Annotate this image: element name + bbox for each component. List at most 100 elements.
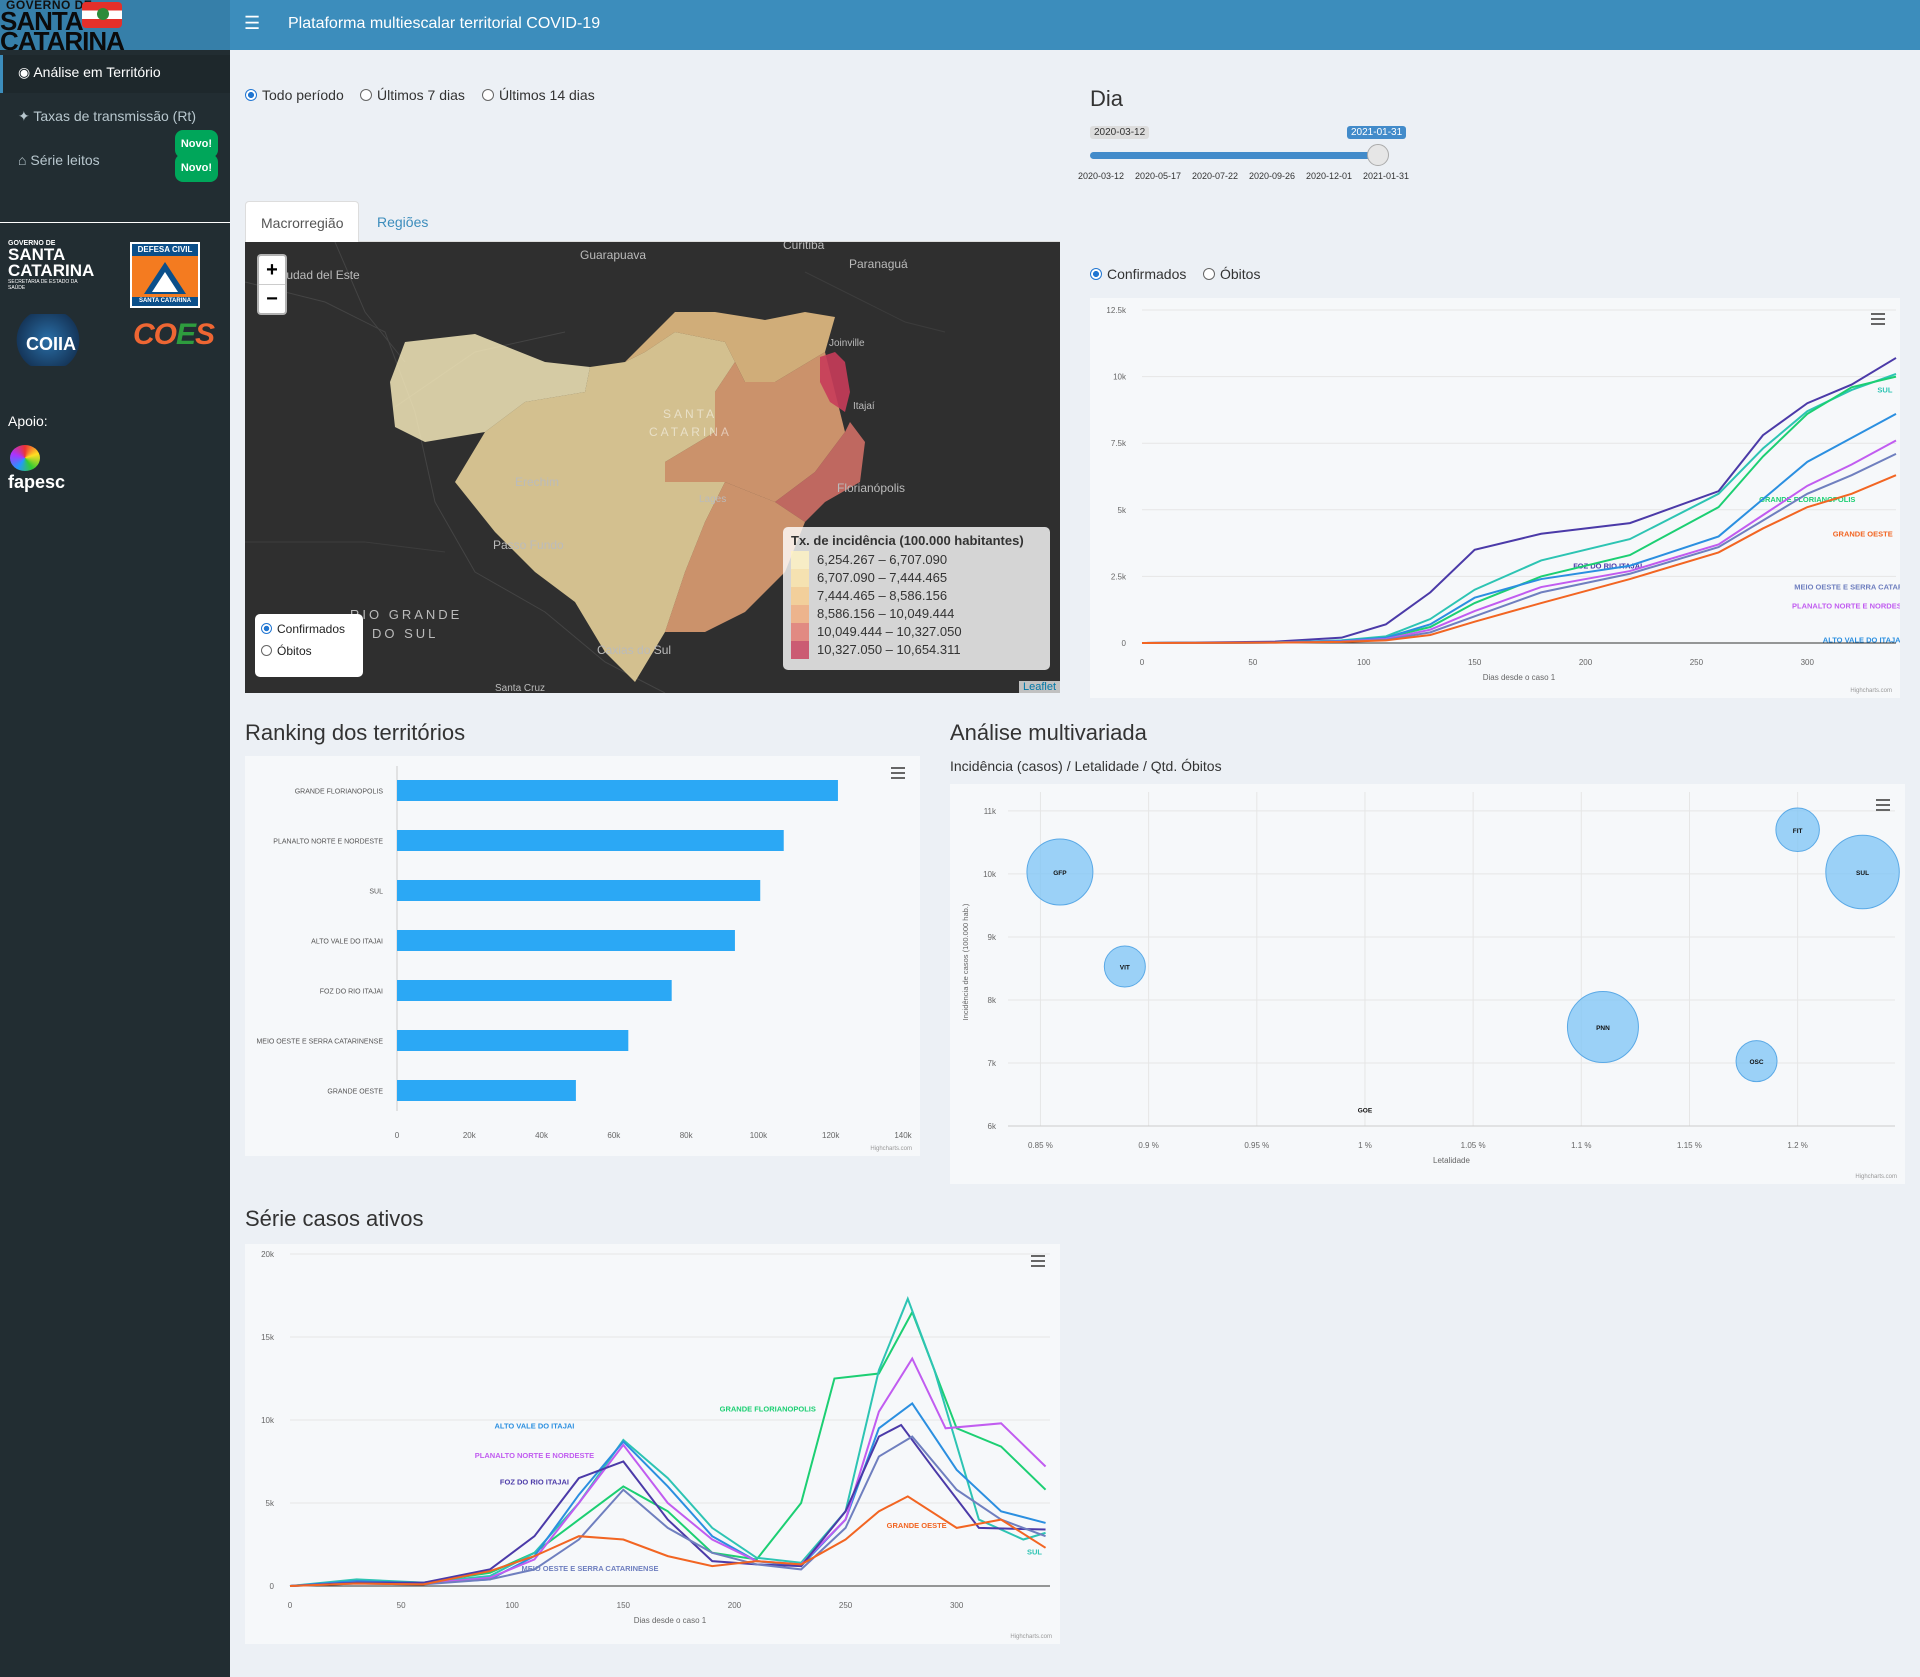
- legend-label: 10,049.444 – 10,327.050: [817, 624, 962, 639]
- cumulative-chart-panel: 0 2.5k 5k 7.5k 10k 12.5k 0 50 100 150 200 250 300 Dia…: [1090, 298, 1920, 698]
- map-state-label: RIO GRANDE: [350, 607, 463, 622]
- highcharts-credits[interactable]: Highcharts.com: [1850, 688, 1892, 694]
- legend-item: 6,707.090 – 7,444.465: [791, 569, 1042, 587]
- sidebar-item-rt[interactable]: ✦ Taxas de transmissão (Rt) Novo!: [0, 104, 230, 158]
- y-axis-title: Incidência de casos (100.000 hab.): [961, 903, 970, 1020]
- slider-handle[interactable]: [1367, 144, 1389, 166]
- leaflet-attribution[interactable]: Leaflet: [1018, 681, 1060, 693]
- slider-tick-label: 2020-12-01: [1306, 171, 1353, 181]
- y-tick-label: 10k: [261, 1416, 275, 1425]
- map-obitos-radio[interactable]: Óbitos: [261, 644, 357, 658]
- legend-swatch: [791, 587, 809, 605]
- cases-obitos-radio[interactable]: Óbitos: [1203, 266, 1260, 282]
- chart-menu-icon[interactable]: [1871, 794, 1895, 816]
- y-tick-label: 20k: [261, 1250, 275, 1259]
- map-obitos-label: Óbitos: [277, 644, 312, 658]
- x-axis-title: Letalidade: [1433, 1156, 1470, 1165]
- map-city-label: Lages: [699, 494, 727, 505]
- map-marker-icon: ◉: [18, 64, 31, 80]
- x-tick-label: 100: [506, 1601, 520, 1610]
- zoom-in-button[interactable]: +: [259, 256, 285, 285]
- multivariate-title: Análise multivariada: [950, 720, 1147, 745]
- hamburger-menu-icon[interactable]: ☰: [244, 13, 260, 34]
- x-tick-label: 150: [617, 1601, 631, 1610]
- x-tick-label: 250: [1690, 658, 1704, 667]
- topbar: ☰ Plataforma multiescalar territorial CO…: [230, 0, 1920, 50]
- x-tick-label: 140k: [894, 1131, 912, 1140]
- bubble-label: FIT: [1793, 828, 1803, 835]
- map-confirmados-radio[interactable]: Confirmados: [261, 622, 357, 636]
- highcharts-credits[interactable]: Highcharts.com: [1010, 1634, 1052, 1640]
- series-line: [289, 1401, 1046, 1587]
- y-tick-label: 15k: [261, 1333, 275, 1342]
- defesa-civil-logo: DEFESA CIVIL SANTA CATARINA: [130, 242, 200, 308]
- chart-menu-icon[interactable]: [1026, 1250, 1050, 1272]
- tab-macrorregiao[interactable]: Macrorregião: [245, 201, 360, 243]
- x-tick-label: 80k: [680, 1131, 694, 1140]
- series-line: [289, 1309, 1047, 1587]
- period-7d-radio[interactable]: Últimos 7 dias: [360, 87, 465, 103]
- series-label: PLANALTO NORTE E NORDESTE: [1792, 601, 1900, 610]
- map-state-label: DO SUL: [372, 626, 439, 641]
- choropleth-map[interactable]: Guarapuava Ciudad del Este Curitiba Para…: [245, 242, 1060, 693]
- sidebar-item-leitos[interactable]: ⌂ Série leitos Novo!: [0, 148, 230, 186]
- x-tick-label: 1.05 %: [1461, 1141, 1486, 1150]
- y-tick-label: 8k: [988, 996, 997, 1005]
- series-line: [289, 1495, 1047, 1587]
- sidebar-item-analise[interactable]: ◉ Análise em Território: [0, 55, 230, 93]
- cases-confirmados-radio[interactable]: Confirmados: [1090, 266, 1186, 282]
- x-tick-label: 40k: [535, 1131, 549, 1140]
- logo-line3: CATARINA: [0, 26, 125, 50]
- bubble-chart: 6k 7k 8k 9k 10k 11k 0.85 % 0.9 % 0.95 % 1 % 1.05 %…: [961, 792, 1900, 1165]
- legend-label: 7,444.465 – 8,586.156: [817, 588, 948, 603]
- period-all-radio[interactable]: Todo período: [245, 87, 344, 103]
- region-tabs: Macrorregião Regiões: [245, 201, 1060, 243]
- x-tick-label: 0.85 %: [1028, 1141, 1053, 1150]
- chart-menu-icon[interactable]: [1866, 308, 1890, 330]
- series-label: MEIO OESTE E SERRA CATARINENSE: [522, 1564, 659, 1573]
- ranking-bar: [397, 980, 672, 1001]
- radio-checked-icon: [261, 623, 272, 634]
- sidebar: GOVERNO DE SANTA CATARINA ◉ Análise em T…: [0, 0, 230, 1677]
- category-label: PLANALTO NORTE E NORDESTE: [273, 839, 383, 846]
- ranking-bar: [397, 1030, 629, 1051]
- series-line: [289, 1296, 1046, 1587]
- period-14d-radio[interactable]: Últimos 14 dias: [482, 87, 595, 103]
- coes-logo-co: CO: [133, 318, 177, 351]
- chart-menu-icon[interactable]: [886, 762, 910, 784]
- map-city-label: Curitiba: [783, 242, 825, 252]
- map-city-label: Joinville: [829, 338, 865, 349]
- coiia-logo-text: COIIA: [26, 334, 77, 354]
- series-label: ALTO VALE DO ITAJAI: [1823, 636, 1900, 645]
- coes-logo: COES: [133, 318, 215, 352]
- category-label: MEIO OESTE E SERRA CATARINENSE: [256, 1039, 383, 1046]
- x-tick-label: 60k: [607, 1131, 621, 1140]
- y-tick-label: 10k: [983, 870, 997, 879]
- x-tick-label: 0: [395, 1131, 400, 1140]
- bubble-label: VIT: [1120, 965, 1130, 972]
- x-tick-label: 300: [950, 1601, 964, 1610]
- zoom-out-button[interactable]: −: [259, 285, 285, 314]
- x-tick-label: 0: [1140, 658, 1145, 667]
- bubble-label: OSC: [1749, 1059, 1763, 1066]
- map-city-label: Florianópolis: [837, 481, 906, 495]
- highcharts-credits[interactable]: Highcharts.com: [870, 1146, 912, 1152]
- map-zoom-control: + −: [257, 254, 287, 315]
- highcharts-credits[interactable]: Highcharts.com: [1855, 1174, 1897, 1180]
- cumulative-chart: 0 2.5k 5k 7.5k 10k 12.5k 0 50 100 150 200 250 300 Dia…: [1106, 306, 1920, 682]
- x-tick-label: 20k: [463, 1131, 477, 1140]
- day-title: Dia: [1090, 86, 1124, 111]
- series-label: SUL: [1027, 1547, 1042, 1556]
- map-city-label: Santa Cruz: [495, 683, 546, 693]
- app-logo[interactable]: GOVERNO DE SANTA CATARINA: [0, 0, 230, 50]
- tab-regioes[interactable]: Regiões: [362, 201, 443, 243]
- series-label: FOZ DO RIO ITAJAI: [500, 1478, 569, 1487]
- x-tick-label: 150: [1468, 658, 1482, 667]
- slider-track[interactable]: [1090, 152, 1378, 159]
- y-tick-label: 9k: [988, 933, 997, 942]
- legend-item: 8,586.156 – 10,049.444: [791, 605, 1042, 623]
- ranking-bar: [397, 880, 761, 901]
- ranking-bar: [397, 1080, 576, 1101]
- series-label: GRANDE FLORIANOPOLIS: [720, 1405, 816, 1414]
- period-14d-label: Últimos 14 dias: [499, 87, 595, 103]
